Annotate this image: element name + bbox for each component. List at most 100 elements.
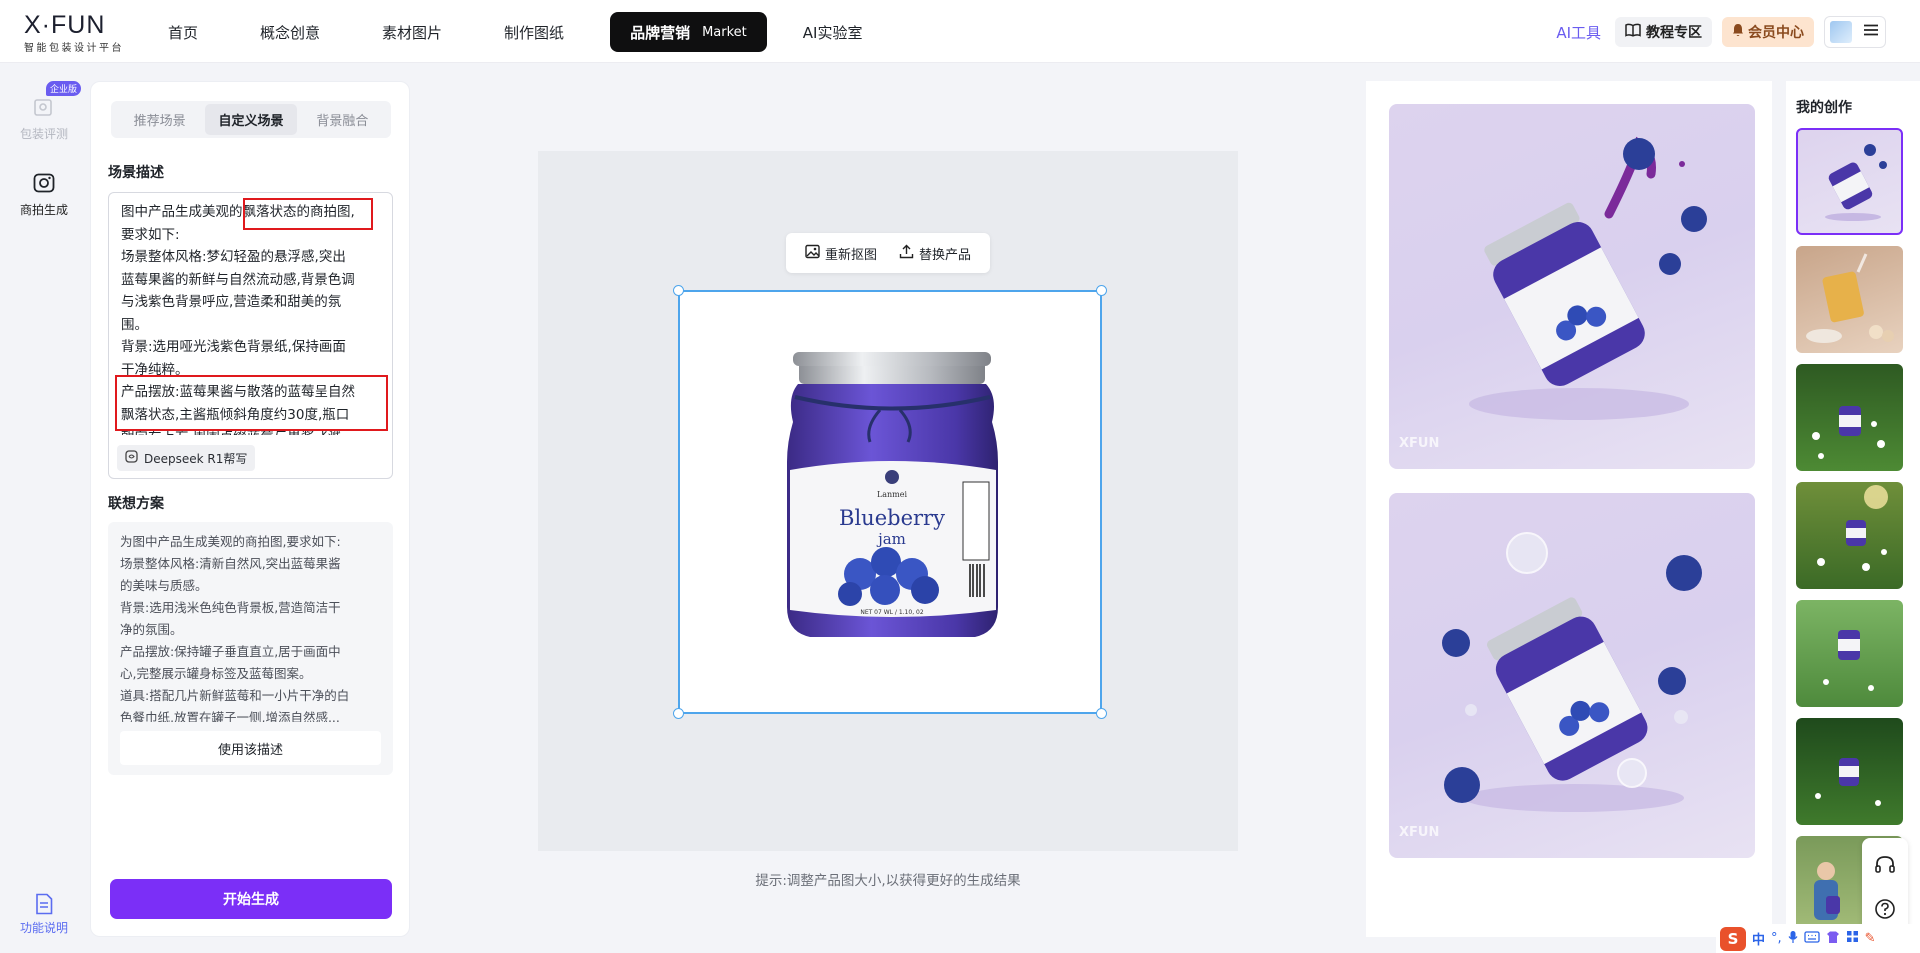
sogou-logo-icon[interactable]: S <box>1720 926 1746 951</box>
extra-icon[interactable]: ✎ <box>1865 931 1876 946</box>
scene-tabs: 推荐场景 自定义场景 背景融合 <box>111 101 391 138</box>
history-thumb[interactable] <box>1796 364 1903 471</box>
left-rail: 企业版 包装评测 商拍生成 功能说明 <box>0 63 88 953</box>
history-thumb[interactable] <box>1796 600 1903 707</box>
blueberry-jam-image: Lanmei Blueberry jam NET 07 WL / 1.10, 0… <box>787 352 998 637</box>
tab-custom[interactable]: 自定义场景 <box>205 104 297 135</box>
headset-icon[interactable] <box>1874 854 1896 880</box>
history-thumb[interactable] <box>1796 482 1903 589</box>
canvas-hint: 提示:调整产品图大小,以获得更好的生成结果 <box>755 873 1021 889</box>
hamburger-icon <box>1863 24 1879 40</box>
nav-assets-label: 素材图片 <box>382 23 443 42</box>
tutorial-label: 教程专区 <box>1646 25 1702 41</box>
nav-brand-label: 品牌营销 <box>630 23 691 42</box>
logo[interactable]: X·FUN 智能包装设计平台 <box>24 12 124 54</box>
ime-toolbar: S 中 °, ✎ <box>1716 924 1920 953</box>
plan-line: 为图中产品生成美观的商拍图,要求如下: <box>120 534 341 549</box>
rail-label-help: 功能说明 <box>19 921 68 935</box>
resize-handle-tr[interactable] <box>1096 285 1107 296</box>
scene-line: 场景整体风格:梦幻轻盈的悬浮感,突出 <box>121 249 346 265</box>
member-label: 会员中心 <box>1748 25 1804 41</box>
jar-title-text: Blueberry <box>839 506 945 530</box>
resize-handle-br[interactable] <box>1096 708 1107 719</box>
plan-line: 心,完整展示罐身标签及蓝莓图案。 <box>120 666 312 681</box>
nav-concept[interactable]: 概念创意 <box>244 12 336 52</box>
header-actions: AI工具 教程专区 会员中心 <box>1556 16 1886 48</box>
results-panel: XFUN XFUN <box>1366 81 1772 937</box>
plan-line: 背景:选用浅米色纯色背景板,营造简洁干 <box>120 600 341 615</box>
highlight-box <box>115 375 388 431</box>
history-thumb[interactable] <box>1796 128 1903 235</box>
thumb-image <box>1812 406 1885 459</box>
jar-subtitle-text: jam <box>876 530 906 548</box>
canvas-toolbar: 重新抠图 替换产品 <box>786 233 990 273</box>
start-generate-button[interactable]: 开始生成 <box>110 879 392 919</box>
keyboard-icon[interactable] <box>1804 930 1820 947</box>
rail-item-package-review[interactable]: 企业版 包装评测 <box>0 81 88 142</box>
history-thumb[interactable] <box>1796 718 1903 825</box>
nav-brand-sub: Market <box>702 24 747 40</box>
user-menu[interactable] <box>1824 16 1886 48</box>
replace-product-button[interactable]: 替换产品 <box>899 244 971 263</box>
nav-home[interactable]: 首页 <box>152 12 214 52</box>
image-icon <box>805 244 820 263</box>
plan-line: 净的氛围。 <box>120 622 183 637</box>
thumb-image <box>1823 630 1874 691</box>
nav-brand-marketing[interactable]: 品牌营销 Market <box>610 12 767 52</box>
jar-brand-text: Lanmei <box>877 490 908 499</box>
plan-title: 联想方案 <box>108 496 164 512</box>
member-center-button[interactable]: 会员中心 <box>1722 17 1814 47</box>
skin-icon[interactable] <box>1826 930 1840 948</box>
tab-recommended[interactable]: 推荐场景 <box>114 104 205 135</box>
tab-background-fusion[interactable]: 背景融合 <box>297 104 388 135</box>
grid-menu-icon[interactable] <box>1846 930 1859 947</box>
punctuation-icon[interactable]: °, <box>1771 931 1782 946</box>
camera-icon <box>30 169 58 197</box>
resize-handle-bl[interactable] <box>673 708 684 719</box>
nav-home-label: 首页 <box>168 23 199 42</box>
watermark: XFUN <box>1399 436 1440 451</box>
microphone-icon[interactable] <box>1788 930 1798 948</box>
deepseek-icon <box>125 450 138 466</box>
result-image-1[interactable]: XFUN <box>1389 104 1755 469</box>
ime-language-toggle[interactable]: 中 <box>1752 929 1765 948</box>
nav-drawings-label: 制作图纸 <box>504 23 565 42</box>
plan-line: 色餐巾纸,放置在罐子一侧,增添自然感... <box>120 710 340 722</box>
product-selection-box[interactable]: Lanmei Blueberry jam NET 07 WL / 1.10, 0… <box>673 285 1107 719</box>
rail-item-product-shot[interactable]: 商拍生成 <box>0 169 88 218</box>
edit-canvas[interactable]: 重新抠图 替换产品 Lanmei Blueberry jam NET 07 WL… <box>538 151 1238 851</box>
nav-drawings[interactable]: 制作图纸 <box>488 12 580 52</box>
rail-item-help[interactable]: 功能说明 <box>0 891 88 936</box>
scene-line: 围。 <box>121 316 148 333</box>
use-description-button[interactable]: 使用该描述 <box>120 731 381 765</box>
floating-tools <box>1862 838 1908 938</box>
deepseek-label: Deepseek R1帮写 <box>144 451 248 466</box>
nav-ai-lab-label: AI实验室 <box>802 23 863 42</box>
logo-tagline: 智能包装设计平台 <box>24 43 124 54</box>
scene-panel: 推荐场景 自定义场景 背景融合 场景描述 图中产品生成美观的飘落状态的商拍图, … <box>90 81 410 937</box>
help-icon[interactable] <box>1874 898 1896 924</box>
suggested-plan-card: 为图中产品生成美观的商拍图,要求如下: 场景整体风格:清新自然风,突出蓝莓果酱 … <box>108 522 393 775</box>
nav-assets[interactable]: 素材图片 <box>366 12 458 52</box>
history-thumb[interactable] <box>1796 246 1903 353</box>
scene-description-input[interactable]: 图中产品生成美观的飘落状态的商拍图, 要求如下: 场景整体风格:梦幻轻盈的悬浮感… <box>108 192 393 479</box>
upload-icon <box>899 244 914 263</box>
thumb-image <box>1815 758 1881 806</box>
tutorial-button[interactable]: 教程专区 <box>1615 17 1712 47</box>
plan-line: 道具:搭配几片新鲜蓝莓和一小片干净的白 <box>120 688 350 703</box>
bell-icon <box>1732 23 1744 41</box>
resize-handle-tl[interactable] <box>673 285 684 296</box>
logo-wordmark: X·FUN <box>24 11 106 39</box>
ai-tools-link[interactable]: AI工具 <box>1556 22 1601 43</box>
nav-ai-lab[interactable]: AI实验室 <box>787 12 879 52</box>
result-image-2[interactable]: XFUN <box>1389 493 1755 858</box>
rematting-button[interactable]: 重新抠图 <box>805 244 877 263</box>
history-sidebar: 我的创作 <box>1786 81 1920 953</box>
floating-jar-splash-image <box>1469 136 1707 420</box>
avatar <box>1830 21 1852 43</box>
package-review-icon <box>30 93 58 121</box>
document-icon <box>30 891 58 917</box>
highlight-box <box>243 198 373 230</box>
thumb-image <box>1817 485 1888 571</box>
deepseek-assist-button[interactable]: Deepseek R1帮写 <box>117 445 256 471</box>
